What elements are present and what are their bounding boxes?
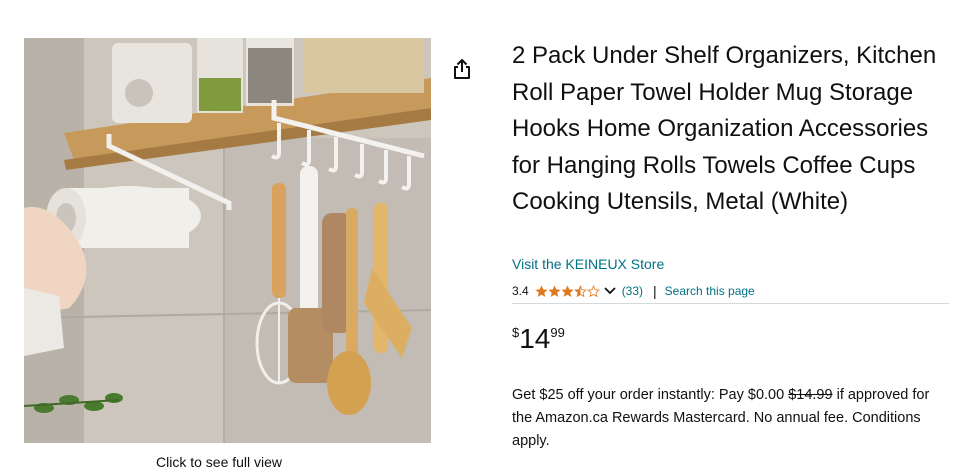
price: $ 14 99 [512,322,565,356]
separator: | [653,283,657,299]
share-button[interactable] [450,55,474,83]
star-icon [535,284,548,297]
price-symbol: $ [512,325,520,340]
promo-prefix: Get $25 off your order instantly: Pay $0… [512,387,789,403]
image-caption[interactable]: Click to see full view [156,454,282,470]
rating-value: 3.4 [512,284,529,298]
share-icon [454,59,470,79]
star-rating[interactable] [535,284,600,298]
card-promo[interactable]: Get $25 off your order instantly: Pay $0… [512,384,952,453]
empty-star-icon [586,284,600,297]
promo-strike-price: $14.99 [788,387,833,403]
divider [512,303,949,304]
rating-row: 3.4 (33) | Search this page [512,282,755,300]
price-whole: 14 [519,323,551,354]
product-image[interactable] [24,38,431,443]
review-count-link[interactable]: (33) [622,284,643,298]
rating-dropdown[interactable] [604,287,616,295]
search-this-page-link[interactable]: Search this page [665,284,755,298]
star-icon [548,284,561,297]
chevron-down-icon [604,287,616,295]
star-icon [561,284,574,297]
product-title: 2 Pack Under Shelf Organizers, Kitchen R… [512,42,937,215]
price-fraction: 99 [550,325,565,340]
store-link[interactable]: Visit the KEINEUX Store [512,256,664,272]
half-star-icon [573,284,587,297]
